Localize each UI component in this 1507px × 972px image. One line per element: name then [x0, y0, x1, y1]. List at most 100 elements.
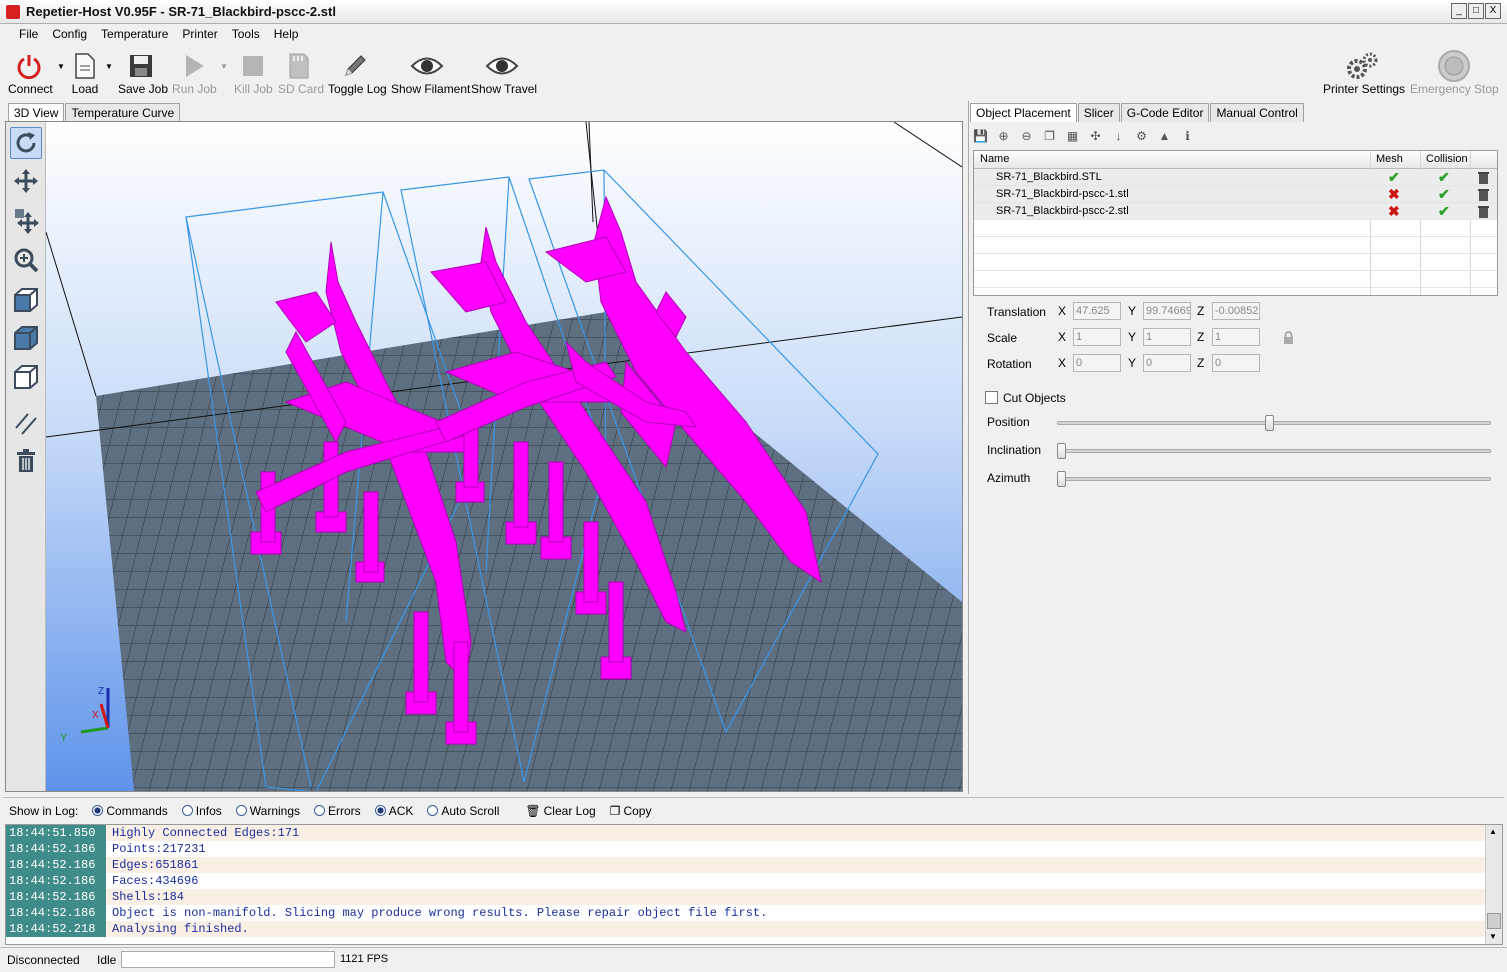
scroll-up-icon[interactable]: ▲: [1489, 827, 1497, 836]
scale-z-field[interactable]: 1: [1212, 328, 1260, 346]
tab-manual-control[interactable]: Manual Control: [1210, 103, 1304, 122]
close-button[interactable]: X: [1485, 3, 1501, 19]
log-warnings-toggle[interactable]: Warnings: [235, 804, 300, 818]
tab-object-placement[interactable]: Object Placement: [970, 103, 1077, 122]
tab-slicer[interactable]: Slicer: [1077, 103, 1120, 122]
table-row[interactable]: SR-71_Blackbird-pscc-1.stl ✖ ✔: [974, 186, 1497, 203]
log-commands-toggle[interactable]: Commands: [92, 804, 168, 818]
isometric-view-button[interactable]: [10, 284, 42, 316]
show-filament-button[interactable]: Show Filament: [391, 50, 470, 96]
sd-card-label: SD Card: [278, 82, 325, 96]
azimuth-slider-thumb[interactable]: [1057, 471, 1066, 487]
copy-log-button[interactable]: ❐ Copy: [610, 804, 652, 818]
land-object-icon[interactable]: ▲: [1156, 128, 1173, 145]
move-view-tool[interactable]: [10, 165, 42, 197]
menu-file[interactable]: File: [12, 25, 45, 45]
name-column-header[interactable]: Name: [980, 153, 1009, 165]
menu-tools[interactable]: Tools: [225, 25, 267, 45]
drop-object-icon[interactable]: ↓: [1110, 128, 1127, 145]
position-slider-thumb[interactable]: [1265, 415, 1275, 431]
auto-scroll-toggle[interactable]: Auto Scroll: [427, 804, 499, 818]
load-label: Load: [71, 82, 99, 96]
azimuth-slider[interactable]: [1057, 477, 1491, 481]
toggle-log-button[interactable]: Toggle Log: [328, 50, 387, 96]
rotation-z-field[interactable]: 0: [1212, 354, 1260, 372]
menu-printer[interactable]: Printer: [175, 25, 224, 45]
menu-help[interactable]: Help: [267, 25, 306, 45]
mesh-column-header[interactable]: Mesh: [1376, 153, 1403, 165]
log-panel[interactable]: 18:44:51.850 Highly Connected Edges:171 1…: [5, 824, 1503, 945]
clear-log-button[interactable]: 🗑 Clear Log: [525, 804, 595, 818]
log-ack-toggle[interactable]: ACK: [374, 804, 413, 818]
connection-status: Disconnected: [7, 953, 80, 967]
scale-y-field[interactable]: 1: [1143, 328, 1191, 346]
printer-settings-button[interactable]: Printer Settings: [1323, 50, 1405, 96]
info-icon[interactable]: ℹ: [1179, 128, 1196, 145]
load-dropdown[interactable]: ▼: [104, 50, 114, 82]
autoposition-icon[interactable]: ▦: [1064, 128, 1081, 145]
show-travel-button[interactable]: Show Travel: [471, 50, 537, 96]
add-object-icon[interactable]: ⊕: [995, 128, 1012, 145]
inclination-slider-thumb[interactable]: [1057, 443, 1066, 459]
eye-icon: [410, 57, 444, 75]
trash-icon[interactable]: [1478, 171, 1489, 187]
save-object-icon[interactable]: 💾: [972, 128, 989, 145]
connect-button[interactable]: Connect: [8, 50, 53, 96]
zoom-tool[interactable]: [10, 244, 42, 276]
stop-icon: [243, 56, 263, 76]
zoom-icon: [14, 248, 39, 273]
tab-gcode-editor[interactable]: G-Code Editor: [1120, 103, 1210, 122]
table-row[interactable]: SR-71_Blackbird.STL ✔ ✔: [974, 169, 1497, 186]
kill-job-button[interactable]: Kill Job: [234, 50, 273, 96]
rotation-y-field[interactable]: 0: [1143, 354, 1191, 372]
object-list-header: Name Mesh Collision: [974, 151, 1497, 169]
lock-icon[interactable]: [1283, 331, 1294, 347]
top-view-button[interactable]: [10, 361, 42, 393]
save-job-button[interactable]: Save Job: [118, 50, 168, 96]
trash-icon: 🗑: [525, 803, 541, 818]
3d-viewport[interactable]: Y Z X: [5, 121, 963, 792]
translation-z-field[interactable]: -0.00852: [1212, 302, 1260, 320]
rotate-view-tool[interactable]: [10, 127, 42, 159]
run-job-dropdown[interactable]: ▼: [219, 50, 229, 82]
remove-object-icon[interactable]: ⊖: [1018, 128, 1035, 145]
trash-icon[interactable]: [1478, 188, 1489, 204]
log-message: Object is non-manifold. Slicing may prod…: [112, 906, 768, 920]
parallel-projection-button[interactable]: [10, 407, 42, 439]
log-scrollbar[interactable]: ▲ ▼: [1485, 825, 1502, 944]
menu-temperature[interactable]: Temperature: [94, 25, 175, 45]
translation-y-field[interactable]: 99.74669: [1143, 302, 1191, 320]
center-object-icon[interactable]: ✣: [1087, 128, 1104, 145]
table-row[interactable]: SR-71_Blackbird-pscc-2.stl ✖ ✔: [974, 203, 1497, 220]
log-message: Analysing finished.: [112, 922, 249, 936]
copy-object-icon[interactable]: ❐: [1041, 128, 1058, 145]
sd-card-button[interactable]: SD Card: [278, 50, 325, 96]
tab-3d-view[interactable]: 3D View: [8, 103, 65, 122]
connect-dropdown[interactable]: ▼: [56, 50, 66, 82]
scroll-down-icon[interactable]: ▼: [1489, 932, 1497, 941]
move-object-icon: [15, 209, 39, 234]
collision-column-header[interactable]: Collision: [1426, 153, 1468, 165]
front-view-button[interactable]: [10, 322, 42, 354]
move-object-tool[interactable]: [10, 204, 42, 236]
cut-objects-checkbox[interactable]: [985, 391, 998, 404]
axis-z-label: Z: [98, 686, 104, 697]
load-button[interactable]: Load: [70, 50, 100, 96]
scroll-thumb[interactable]: [1487, 913, 1501, 929]
log-infos-toggle[interactable]: Infos: [181, 804, 222, 818]
run-job-button[interactable]: Run Job: [172, 50, 217, 96]
menu-config[interactable]: Config: [45, 25, 94, 45]
translation-x-field[interactable]: 47.625: [1073, 302, 1121, 320]
minimize-button[interactable]: _: [1451, 3, 1467, 19]
scale-x-field[interactable]: 1: [1073, 328, 1121, 346]
tab-temperature-curve[interactable]: Temperature Curve: [65, 103, 181, 122]
inclination-slider[interactable]: [1057, 449, 1491, 453]
emergency-stop-button[interactable]: Emergency Stop: [1410, 50, 1499, 96]
log-errors-toggle[interactable]: Errors: [314, 804, 361, 818]
3d-scene[interactable]: Y Z X: [46, 122, 962, 791]
repair-icon[interactable]: ⚙: [1133, 128, 1150, 145]
clear-objects-button[interactable]: [10, 445, 42, 477]
trash-icon[interactable]: [1478, 205, 1489, 221]
rotation-x-field[interactable]: 0: [1073, 354, 1121, 372]
maximize-button[interactable]: □: [1468, 3, 1484, 19]
